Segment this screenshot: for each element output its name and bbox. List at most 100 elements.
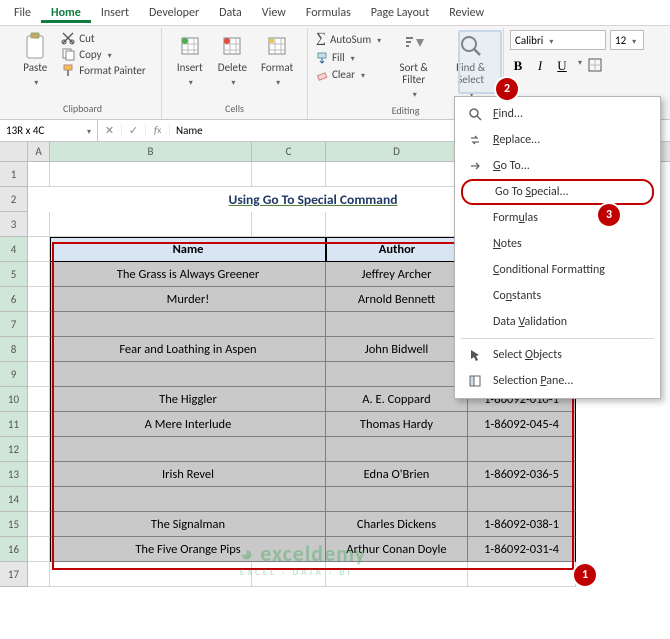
menu-tab-view[interactable]: View bbox=[252, 3, 296, 23]
menu-item-notes[interactable]: Notes bbox=[455, 231, 660, 257]
cell[interactable] bbox=[28, 362, 50, 387]
cell[interactable] bbox=[28, 487, 50, 512]
bold-button[interactable]: B bbox=[510, 58, 526, 74]
table-cell[interactable]: Irish Revel bbox=[50, 462, 326, 487]
table-header[interactable]: Author bbox=[326, 237, 468, 262]
table-cell[interactable]: The Signalman bbox=[50, 512, 326, 537]
row-header-9[interactable]: 9 bbox=[0, 362, 28, 387]
table-cell[interactable] bbox=[326, 437, 468, 462]
menu-item-select-objects[interactable]: Select Objects bbox=[455, 342, 660, 368]
menu-item-replace[interactable]: Replace... bbox=[455, 127, 660, 153]
table-cell[interactable]: Charles Dickens bbox=[326, 512, 468, 537]
row-header-5[interactable]: 5 bbox=[0, 262, 28, 287]
col-header-C[interactable]: C bbox=[252, 142, 326, 161]
copy-button[interactable]: Copy bbox=[59, 46, 147, 62]
table-cell[interactable] bbox=[468, 487, 576, 512]
table-cell[interactable]: Edna O'Brien bbox=[326, 462, 468, 487]
sort-filter-button[interactable]: Sort & Filter bbox=[389, 30, 438, 102]
row-header-2[interactable]: 2 bbox=[0, 187, 28, 212]
cell[interactable] bbox=[28, 237, 50, 262]
cell[interactable] bbox=[252, 212, 326, 237]
paste-button[interactable]: Paste bbox=[17, 30, 53, 90]
insert-cells-button[interactable]: Insert bbox=[172, 30, 208, 90]
format-painter-button[interactable]: Format Painter bbox=[59, 62, 147, 78]
menu-item-find[interactable]: Find... bbox=[455, 101, 660, 127]
row-header-12[interactable]: 12 bbox=[0, 437, 28, 462]
menu-tab-page-layout[interactable]: Page Layout bbox=[361, 3, 439, 23]
menu-tab-developer[interactable]: Developer bbox=[139, 3, 209, 23]
row-header-15[interactable]: 15 bbox=[0, 512, 28, 537]
cell[interactable] bbox=[28, 187, 50, 212]
table-cell[interactable] bbox=[468, 437, 576, 462]
cell[interactable] bbox=[28, 287, 50, 312]
row-header-7[interactable]: 7 bbox=[0, 312, 28, 337]
table-cell[interactable]: The Grass is Always Greener bbox=[50, 262, 326, 287]
menu-item-formulas[interactable]: Formulas bbox=[455, 205, 660, 231]
row-header-8[interactable]: 8 bbox=[0, 337, 28, 362]
row-header-13[interactable]: 13 bbox=[0, 462, 28, 487]
table-header[interactable]: Name bbox=[50, 237, 326, 262]
table-cell[interactable]: 1-86092-038-1 bbox=[468, 512, 576, 537]
autosum-button[interactable]: ∑AutoSum bbox=[314, 30, 383, 48]
table-cell[interactable]: Murder! bbox=[50, 287, 326, 312]
row-header-4[interactable]: 4 bbox=[0, 237, 28, 262]
cell[interactable] bbox=[326, 562, 468, 587]
cell[interactable] bbox=[50, 212, 252, 237]
col-header-D[interactable]: D bbox=[326, 142, 468, 161]
fill-button[interactable]: Fill bbox=[314, 50, 383, 65]
table-cell[interactable] bbox=[50, 312, 326, 337]
menu-tab-file[interactable]: File bbox=[4, 3, 41, 23]
cell[interactable] bbox=[252, 562, 326, 587]
table-cell[interactable]: The Higgler bbox=[50, 387, 326, 412]
table-cell[interactable]: The Five Orange Pips bbox=[50, 537, 326, 562]
cell[interactable] bbox=[28, 537, 50, 562]
cell[interactable] bbox=[28, 387, 50, 412]
menu-tab-formulas[interactable]: Formulas bbox=[296, 3, 361, 23]
table-cell[interactable] bbox=[326, 362, 468, 387]
table-cell[interactable]: Thomas Hardy bbox=[326, 412, 468, 437]
format-cells-button[interactable]: Format bbox=[257, 30, 297, 90]
cancel-formula-button[interactable]: ✕ bbox=[98, 124, 122, 137]
col-header-B[interactable]: B bbox=[50, 142, 252, 161]
menu-item-data-validation[interactable]: Data Validation bbox=[455, 309, 660, 335]
table-cell[interactable]: 1-86092-031-4 bbox=[468, 537, 576, 562]
cell[interactable] bbox=[28, 462, 50, 487]
table-cell[interactable]: 1-86092-045-4 bbox=[468, 412, 576, 437]
cell[interactable] bbox=[50, 162, 252, 187]
table-cell[interactable]: 1-86092-036-5 bbox=[468, 462, 576, 487]
cut-button[interactable]: Cut bbox=[59, 30, 147, 46]
table-cell[interactable]: A. E. Coppard bbox=[326, 387, 468, 412]
cell[interactable] bbox=[28, 562, 50, 587]
col-header-A[interactable]: A bbox=[28, 142, 50, 161]
table-cell[interactable]: Arthur Conan Doyle bbox=[326, 537, 468, 562]
cell[interactable] bbox=[326, 162, 468, 187]
row-header-14[interactable]: 14 bbox=[0, 487, 28, 512]
cell[interactable] bbox=[28, 412, 50, 437]
enter-formula-button[interactable]: ✓ bbox=[122, 124, 146, 137]
row-header-3[interactable]: 3 bbox=[0, 212, 28, 237]
fx-button[interactable]: fx bbox=[146, 124, 170, 137]
table-cell[interactable] bbox=[326, 487, 468, 512]
table-cell[interactable]: A Mere Interlude bbox=[50, 412, 326, 437]
cell[interactable] bbox=[326, 212, 468, 237]
table-cell[interactable] bbox=[50, 362, 326, 387]
cell[interactable] bbox=[28, 337, 50, 362]
menu-tab-review[interactable]: Review bbox=[439, 3, 494, 23]
border-button[interactable] bbox=[588, 58, 602, 74]
menu-tab-home[interactable]: Home bbox=[41, 3, 91, 23]
select-all-corner[interactable] bbox=[0, 142, 28, 161]
cell[interactable] bbox=[50, 562, 252, 587]
row-header-6[interactable]: 6 bbox=[0, 287, 28, 312]
row-header-1[interactable]: 1 bbox=[0, 162, 28, 187]
menu-item-conditional-formatting[interactable]: Conditional Formatting bbox=[455, 257, 660, 283]
cell[interactable] bbox=[28, 212, 50, 237]
font-size-select[interactable]: 12 bbox=[610, 30, 644, 50]
cell[interactable] bbox=[28, 262, 50, 287]
menu-item-go-to[interactable]: Go To... bbox=[455, 153, 660, 179]
table-cell[interactable]: John Bidwell bbox=[326, 337, 468, 362]
table-cell[interactable] bbox=[50, 437, 326, 462]
delete-cells-button[interactable]: Delete bbox=[214, 30, 251, 90]
underline-button[interactable]: U bbox=[554, 58, 570, 74]
menu-item-constants[interactable]: Constants bbox=[455, 283, 660, 309]
cell[interactable] bbox=[468, 562, 576, 587]
